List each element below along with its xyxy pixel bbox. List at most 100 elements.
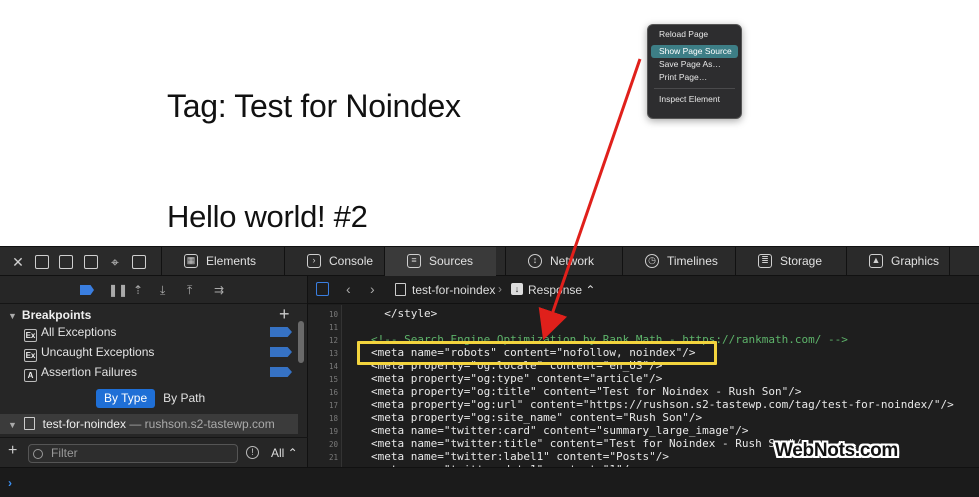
breakpoint-all-exceptions[interactable]: Ex All Exceptions xyxy=(24,324,116,342)
by-type-button[interactable]: By Type xyxy=(96,389,156,408)
network-icon: ↕ xyxy=(528,254,542,268)
elements-icon: ▦ xyxy=(184,254,198,268)
source-navigation-bar: ‹ › test-for-noindex › ↓ Response ⌃ xyxy=(308,276,979,304)
forward-icon[interactable]: › xyxy=(370,281,375,297)
line-number[interactable]: 18 xyxy=(308,414,338,423)
dock-left-icon[interactable] xyxy=(35,255,49,269)
line-number[interactable]: 11 xyxy=(308,323,338,332)
exception-badge-icon: Ex xyxy=(24,329,37,342)
dock-bottom-icon[interactable] xyxy=(59,255,73,269)
line-number[interactable]: 17 xyxy=(308,401,338,410)
step-in-icon[interactable]: ⤓ xyxy=(160,283,165,297)
breakpoint-flag-icon[interactable] xyxy=(270,327,292,337)
menu-item-show-page-source[interactable]: Show Page Source xyxy=(651,45,738,58)
inspector-tab-bar: ✕ ⌖ ▦ Elements › Console ≡ Sources ↕ Net… xyxy=(0,246,979,276)
disclosure-triangle-icon: ▼ xyxy=(8,420,17,430)
breakpoint-uncaught-exceptions[interactable]: Ex Uncaught Exceptions xyxy=(24,344,154,362)
filter-icon xyxy=(33,449,43,459)
breadcrumb-file[interactable]: test-for-noindex xyxy=(412,283,495,297)
menu-item-save-page-as[interactable]: Save Page As… xyxy=(651,58,738,71)
scope-selector[interactable]: All ⌃ xyxy=(271,446,298,460)
disclosure-triangle-icon: ▼ xyxy=(8,311,17,321)
code-line[interactable]: <meta property="og:type" content="articl… xyxy=(371,373,662,385)
watermark-logo: WebNots.com xyxy=(775,440,899,461)
close-icon[interactable]: ✕ xyxy=(10,254,26,270)
menu-item-print-page[interactable]: Print Page… xyxy=(651,71,738,84)
tab-network[interactable]: ↕ Network xyxy=(505,247,622,276)
context-menu: Reload Page Show Page Source Save Page A… xyxy=(647,24,742,119)
page-title: Tag: Test for Noindex xyxy=(167,88,461,124)
timelines-icon: ◷ xyxy=(645,254,659,268)
line-number[interactable]: 21 xyxy=(308,453,338,462)
line-number[interactable]: 16 xyxy=(308,388,338,397)
device-icon[interactable] xyxy=(132,255,146,269)
filter-input[interactable]: Filter xyxy=(28,444,238,463)
line-number[interactable]: 20 xyxy=(308,440,338,449)
step-over-icon[interactable]: ⇡ xyxy=(133,283,143,297)
resource-tree-item[interactable]: ▼ test-for-noindex — rushson.s2-tastewp.… xyxy=(0,414,298,434)
prompt-chevron-icon: › xyxy=(8,476,12,490)
code-line[interactable]: <meta name="twitter:title" content="Test… xyxy=(371,438,808,450)
sidebar-toggle-icon[interactable] xyxy=(316,282,329,296)
code-line[interactable]: <meta name="twitter:label1" content="Pos… xyxy=(371,451,669,463)
add-breakpoint-icon[interactable]: + xyxy=(279,304,290,325)
info-icon[interactable]: ! xyxy=(246,446,259,459)
line-number[interactable]: 13 xyxy=(308,349,338,358)
sidebar-filter-bar: + Filter ! All ⌃ xyxy=(0,437,308,467)
line-number[interactable]: 10 xyxy=(308,310,338,319)
group-by-segmented-control: By Type By Path xyxy=(96,389,213,408)
tab-graphics[interactable]: ▲ Graphics xyxy=(846,247,949,276)
debugger-toolbar: ❚❚ ⇡ ⤓ ⤒ ⇉ xyxy=(0,276,307,304)
sources-icon: ≡ xyxy=(407,254,421,268)
tab-elements[interactable]: ▦ Elements xyxy=(161,247,284,276)
tab-console[interactable]: › Console xyxy=(284,247,384,276)
code-line[interactable]: <meta property="og:title" content="Test … xyxy=(371,386,801,398)
step-icon[interactable]: ⇉ xyxy=(214,283,224,297)
add-icon[interactable]: + xyxy=(8,442,17,460)
webpage-content: Tag: Test for Noindex Hello world! #2 Re… xyxy=(0,0,979,246)
code-line[interactable]: <meta property="og:site_name" content="R… xyxy=(371,412,702,424)
debugger-sidebar: ❚❚ ⇡ ⤓ ⤒ ⇉ ▼ Breakpoints + Ex All Exceptio… xyxy=(0,276,308,467)
line-number[interactable]: 19 xyxy=(308,427,338,436)
menu-separator xyxy=(654,88,735,89)
response-selector[interactable]: Response ⌃ xyxy=(528,283,595,297)
breakpoint-flag-icon[interactable] xyxy=(270,367,292,377)
code-line[interactable]: <meta property="og:url" content="https:/… xyxy=(371,399,954,411)
graphics-icon: ▲ xyxy=(869,254,883,268)
detach-window-icon[interactable] xyxy=(84,255,98,269)
by-path-button[interactable]: By Path xyxy=(155,389,213,408)
menu-item-inspect-element[interactable]: Inspect Element xyxy=(651,93,738,106)
tab-sources[interactable]: ≡ Sources xyxy=(384,247,496,276)
pause-icon[interactable]: ❚❚ xyxy=(108,283,128,297)
source-code-pane: ‹ › test-for-noindex › ↓ Response ⌃ 10 1… xyxy=(308,276,979,467)
breakpoints-toggle-icon[interactable] xyxy=(80,285,94,295)
breadcrumb-separator-icon: › xyxy=(498,282,502,296)
exception-badge-icon: Ex xyxy=(24,349,37,362)
line-number-gutter: 10 11 12 13 14 15 16 17 18 19 20 21 xyxy=(308,305,342,467)
document-icon xyxy=(24,417,36,430)
line-number[interactable]: 14 xyxy=(308,362,338,371)
console-icon: › xyxy=(307,254,321,268)
tab-overflow[interactable] xyxy=(949,247,979,276)
line-number[interactable]: 15 xyxy=(308,375,338,384)
post-title-link[interactable]: Hello world! #2 xyxy=(167,199,368,235)
back-icon[interactable]: ‹ xyxy=(346,281,351,297)
code-line[interactable]: <meta name="twitter:card" content="summa… xyxy=(371,425,749,437)
breakpoint-flag-icon[interactable] xyxy=(270,347,292,357)
tab-storage[interactable]: ≣ Storage xyxy=(735,247,846,276)
assertion-badge-icon: A xyxy=(24,369,37,382)
download-icon: ↓ xyxy=(511,283,523,295)
line-number[interactable]: 12 xyxy=(308,336,338,345)
crosshair-icon[interactable]: ⌖ xyxy=(107,254,123,270)
tab-timelines[interactable]: ◷ Timelines xyxy=(622,247,735,276)
breakpoint-assertion-failures[interactable]: A Assertion Failures xyxy=(24,364,137,382)
sidebar-scrollbar[interactable] xyxy=(298,321,304,363)
robots-meta-highlight-box xyxy=(357,341,717,365)
breakpoints-section-header[interactable]: ▼ Breakpoints xyxy=(8,308,91,322)
code-line[interactable]: </style> xyxy=(371,308,437,320)
step-out-icon[interactable]: ⤒ xyxy=(187,283,192,297)
console-prompt[interactable]: › xyxy=(0,467,979,497)
storage-icon: ≣ xyxy=(758,254,772,268)
menu-item-reload-page[interactable]: Reload Page xyxy=(651,28,738,41)
document-icon xyxy=(395,283,406,296)
